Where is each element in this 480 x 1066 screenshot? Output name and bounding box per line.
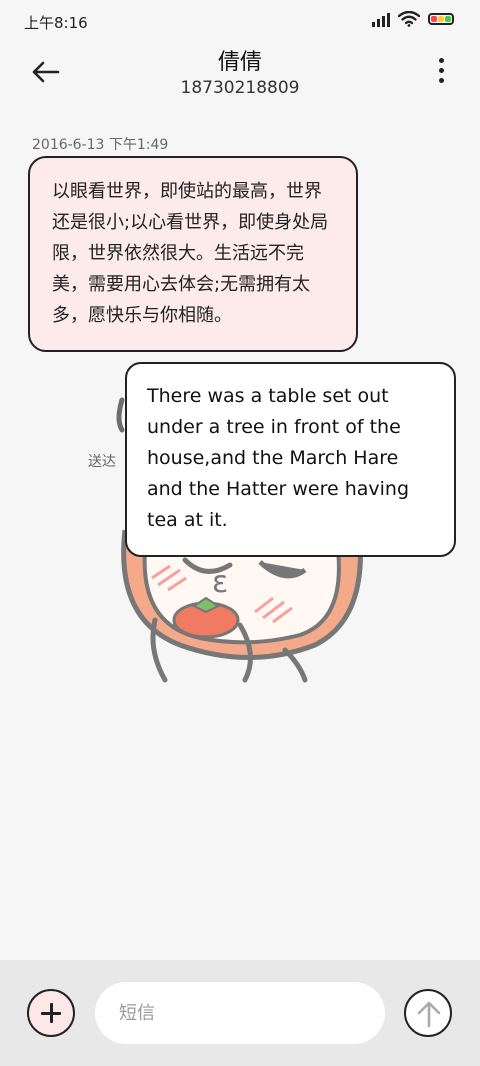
- more-vertical-icon[interactable]: [436, 58, 446, 88]
- contact-phone: 18730218809: [180, 78, 300, 98]
- composer-bar: [0, 960, 480, 1066]
- status-time: 上午8:16: [24, 14, 88, 32]
- outgoing-message-bubble[interactable]: There was a table set out under a tree i…: [125, 362, 456, 557]
- status-bar: 上午8:16: [0, 0, 480, 44]
- contact-name: 倩倩: [217, 50, 262, 75]
- svg-text:ε: ε: [212, 565, 228, 600]
- send-button[interactable]: [404, 989, 452, 1037]
- battery-icon: [428, 13, 454, 25]
- send-arrow-icon: [417, 1001, 441, 1028]
- wifi-icon: [398, 11, 420, 27]
- signal-icon: [372, 11, 390, 27]
- sms-input[interactable]: [95, 982, 385, 1044]
- status-icons: [372, 11, 454, 27]
- conversation-header: 倩倩 18730218809: [0, 44, 480, 104]
- delivery-status: 送达: [88, 454, 116, 470]
- message-timestamp: 2016-6-13 下午1:49: [32, 137, 169, 153]
- incoming-message-bubble[interactable]: 以眼看世界，即使站的最高，世界还是很小;以心看世界，即使身处局限，世界依然很大。…: [28, 156, 358, 352]
- add-icon[interactable]: [27, 989, 75, 1037]
